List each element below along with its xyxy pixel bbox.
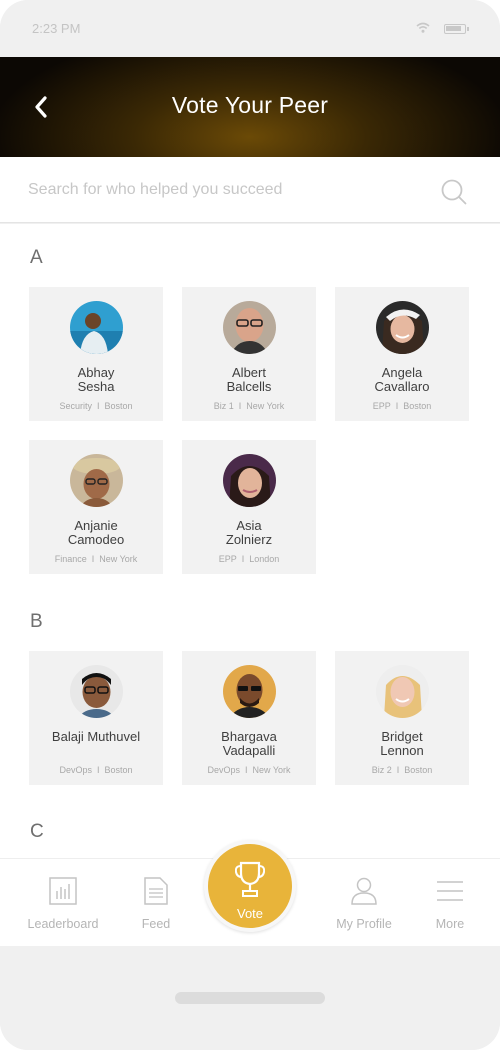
person-card-abhay-sesha[interactable]: Abhay Sesha Security I Boston	[29, 287, 163, 421]
person-location: New York	[99, 554, 138, 564]
status-bar: 2:23 PM	[0, 0, 500, 57]
status-time: 2:23 PM	[32, 21, 81, 36]
avatar	[223, 301, 276, 354]
person-location: New York	[252, 765, 291, 775]
tab-my-profile[interactable]: My Profile	[326, 859, 402, 947]
wifi-icon	[416, 22, 430, 33]
app-header: Vote Your Peer	[0, 57, 500, 157]
tab-label: Leaderboard	[27, 917, 99, 931]
bar-chart-icon	[49, 877, 77, 905]
person-last-name: Zolnierz	[225, 532, 273, 547]
person-full-name: Balaji Muthuvel	[51, 729, 141, 744]
search-icon[interactable]	[440, 178, 468, 206]
person-last-name: Camodeo	[67, 532, 125, 547]
avatar	[223, 454, 276, 507]
person-meta: DevOps I New York	[184, 765, 314, 775]
battery-icon	[444, 24, 469, 34]
person-meta: Security I Boston	[31, 401, 161, 411]
tab-more[interactable]: More	[420, 859, 480, 947]
person-meta: Biz 2 I Boston	[337, 765, 467, 775]
person-meta: EPP I Boston	[337, 401, 467, 411]
person-location: New York	[246, 401, 285, 411]
search-bar	[0, 157, 500, 223]
meta-separator: I	[395, 401, 399, 411]
tab-feed[interactable]: Feed	[126, 859, 186, 947]
tab-label: Feed	[141, 917, 171, 931]
person-card-bridget-lennon[interactable]: Bridget Lennon Biz 2 I Boston	[335, 651, 469, 785]
vote-button[interactable]: Vote	[204, 840, 296, 932]
person-department: EPP	[372, 401, 391, 411]
meta-separator: I	[96, 401, 100, 411]
person-last-name: Lennon	[380, 743, 424, 758]
avatar	[376, 665, 429, 718]
section-letter-c: C	[30, 821, 44, 842]
avatar	[70, 301, 123, 354]
person-meta: DevOps I Boston	[31, 765, 161, 775]
person-card-asia-zolnierz[interactable]: Asia Zolnierz EPP I London	[182, 440, 316, 574]
person-meta: Finance I New York	[31, 554, 161, 564]
phone-screen: 2:23 PM Vote Your Peer A	[0, 0, 500, 1050]
menu-icon	[437, 881, 463, 901]
person-meta: Biz 1 I New York	[184, 401, 314, 411]
meta-separator: I	[396, 765, 400, 775]
section-letter-a: A	[30, 247, 43, 268]
person-last-name: Vadapalli	[222, 743, 276, 758]
page-title: Vote Your Peer	[171, 92, 329, 118]
meta-separator: I	[244, 765, 248, 775]
person-department: Biz 1	[213, 401, 234, 411]
tab-leaderboard[interactable]: Leaderboard	[20, 859, 106, 947]
person-department: DevOps	[207, 765, 240, 775]
tab-label: More	[435, 917, 465, 931]
person-last-name: Cavallaro	[374, 379, 430, 394]
person-department: DevOps	[59, 765, 92, 775]
home-indicator[interactable]	[175, 992, 325, 1004]
search-input[interactable]	[28, 177, 428, 203]
person-location: Boston	[403, 401, 432, 411]
person-location: London	[249, 554, 280, 564]
person-location: Boston	[404, 765, 433, 775]
meta-separator: I	[96, 765, 100, 775]
trophy-icon	[235, 861, 265, 897]
meta-separator: I	[238, 401, 242, 411]
person-department: Security	[59, 401, 92, 411]
person-card-albert-balcells[interactable]: Albert Balcells Biz 1 I New York	[182, 287, 316, 421]
avatar	[223, 665, 276, 718]
person-last-name: Sesha	[77, 379, 115, 394]
person-department: Biz 2	[371, 765, 392, 775]
user-icon	[351, 877, 377, 905]
person-card-bhargava-vadapalli[interactable]: Bhargava Vadapalli DevOps I New York	[182, 651, 316, 785]
person-department: Finance	[54, 554, 87, 564]
person-meta: EPP I London	[184, 554, 314, 564]
tab-label: My Profile	[336, 917, 392, 931]
person-card-angela-cavallaro[interactable]: Angela Cavallaro EPP I Boston	[335, 287, 469, 421]
home-area	[0, 946, 500, 1050]
person-location: Boston	[104, 765, 133, 775]
person-department: EPP	[218, 554, 237, 564]
vote-label: Vote	[236, 906, 264, 921]
avatar	[70, 665, 123, 718]
person-last-name: Balcells	[226, 379, 272, 394]
avatar	[376, 301, 429, 354]
person-card-anjanie-camodeo[interactable]: Anjanie Camodeo Finance I New York	[29, 440, 163, 574]
person-location: Boston	[104, 401, 133, 411]
document-icon	[144, 877, 168, 905]
avatar	[70, 454, 123, 507]
peer-list: A Abhay Sesha Security I Boston Albert B…	[0, 224, 500, 860]
meta-separator: I	[91, 554, 95, 564]
section-letter-b: B	[30, 611, 43, 632]
person-card-balaji-muthuvel[interactable]: Balaji Muthuvel DevOps I Boston	[29, 651, 163, 785]
meta-separator: I	[241, 554, 245, 564]
